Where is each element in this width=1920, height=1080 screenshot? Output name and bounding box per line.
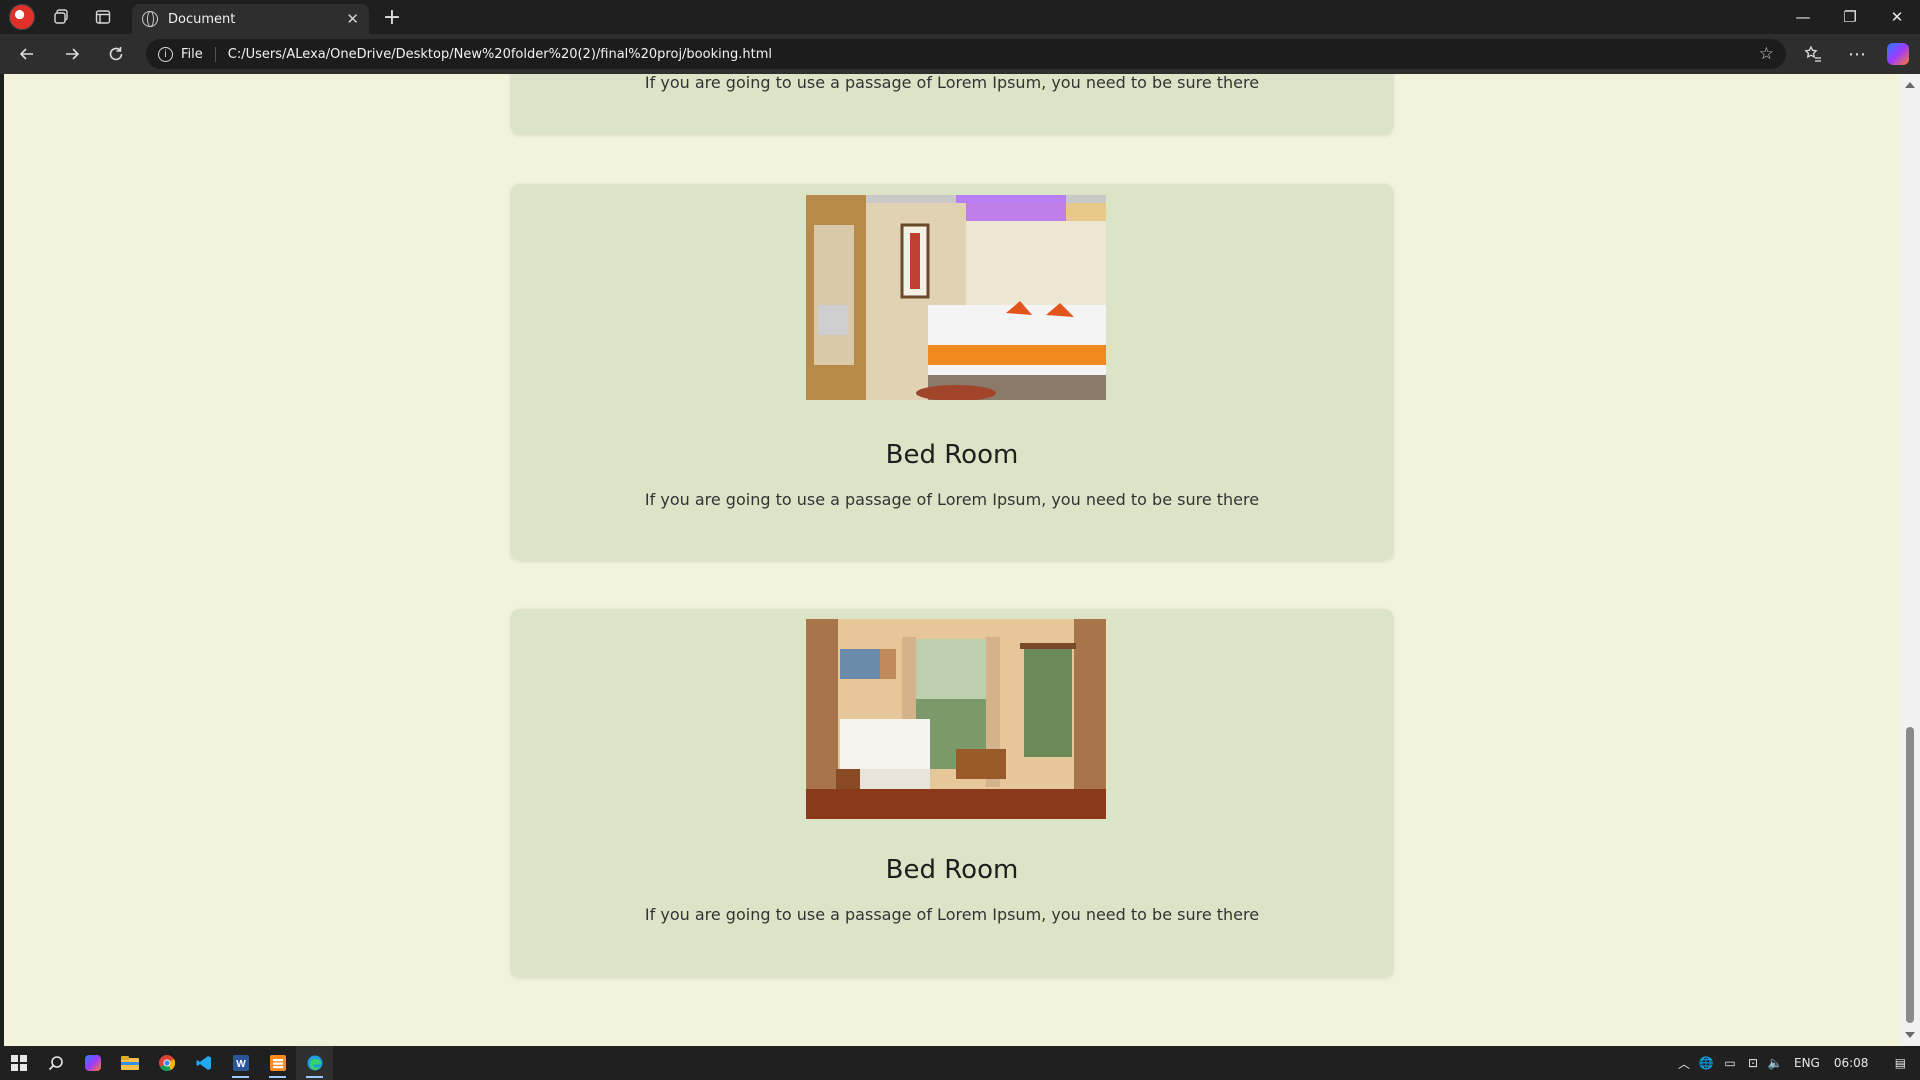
vscode-icon[interactable] — [185, 1046, 222, 1080]
clock[interactable]: 06:08 — [1834, 1056, 1869, 1070]
notification-icon[interactable]: ▤ — [1890, 1056, 1910, 1070]
windows-start-icon[interactable] — [0, 1046, 37, 1080]
page-scrollbar[interactable] — [1900, 74, 1920, 1046]
scroll-thumb[interactable] — [1906, 727, 1914, 1023]
tab-actions-icon[interactable] — [83, 0, 123, 34]
profile-icon[interactable] — [9, 4, 35, 30]
room-card: If you are going to use a passage of Lor… — [511, 74, 1393, 134]
edge-icon[interactable] — [296, 1046, 333, 1080]
browser-tab-bar: Document ✕ + — ❐ ✕ — [0, 0, 1920, 34]
room-card: Bed Room If you are going to use a passa… — [511, 184, 1393, 560]
room-description: If you are going to use a passage of Lor… — [644, 490, 1260, 509]
more-icon[interactable]: ⋯ — [1837, 34, 1877, 74]
volume-icon[interactable]: 🔈 — [1764, 1056, 1786, 1070]
search-icon[interactable] — [37, 1046, 74, 1080]
favorites-icon[interactable] — [1793, 34, 1833, 74]
close-tab-icon[interactable]: ✕ — [346, 10, 359, 28]
sublime-icon[interactable] — [259, 1046, 296, 1080]
forward-icon[interactable] — [50, 34, 94, 74]
address-scheme: File — [181, 46, 216, 62]
room-description: If you are going to use a passage of Lor… — [644, 905, 1260, 924]
page-viewport: If you are going to use a passage of Lor… — [4, 74, 1900, 1046]
scroll-up-arrow[interactable] — [1905, 82, 1915, 88]
room-title: Bed Room — [885, 440, 1019, 470]
language-indicator[interactable]: ENG — [1794, 1056, 1820, 1070]
room-card: Bed Room If you are going to use a passa… — [511, 609, 1393, 977]
room-description: If you are going to use a passage of Lor… — [644, 74, 1260, 92]
scroll-down-arrow[interactable] — [1905, 1032, 1915, 1038]
copilot-app-icon[interactable] — [74, 1046, 111, 1080]
room-title: Bed Room — [885, 855, 1019, 885]
battery-icon[interactable]: ▭ — [1718, 1056, 1742, 1070]
globe-icon — [142, 11, 158, 27]
system-tray: ︿ 🌐 ▭ ⊡ 🔈 ENG 06:08 ▤ — [1674, 1046, 1910, 1080]
tab-title: Document — [168, 11, 236, 27]
room-photo — [806, 619, 1106, 819]
chrome-icon[interactable] — [148, 1046, 185, 1080]
back-icon[interactable] — [5, 34, 49, 74]
wifi-icon[interactable]: ⊡ — [1742, 1056, 1764, 1070]
url-text[interactable]: C:/Users/ALexa/OneDrive/Desktop/New%20fo… — [228, 47, 1759, 62]
file-explorer-icon[interactable] — [111, 1046, 148, 1080]
room-photo — [806, 195, 1106, 400]
browser-toolbar: i File C:/Users/ALexa/OneDrive/Desktop/N… — [0, 34, 1920, 74]
tab-document[interactable]: Document ✕ — [132, 4, 369, 34]
windows-taskbar: W ︿ 🌐 ▭ ⊡ 🔈 ENG 06:08 ▤ — [0, 1046, 1920, 1080]
restore-button[interactable]: ❐ — [1827, 0, 1873, 34]
workspaces-icon[interactable] — [42, 0, 82, 34]
favorite-star-icon[interactable]: ☆ — [1759, 44, 1774, 64]
network-icon[interactable]: 🌐 — [1694, 1056, 1718, 1070]
word-icon[interactable]: W — [222, 1046, 259, 1080]
copilot-icon[interactable] — [1878, 34, 1918, 74]
chevron-up-icon[interactable]: ︿ — [1674, 1055, 1694, 1072]
address-bar[interactable]: i File C:/Users/ALexa/OneDrive/Desktop/N… — [146, 39, 1786, 69]
svg-text:W: W — [236, 1059, 246, 1070]
minimize-button[interactable]: — — [1780, 0, 1826, 34]
new-tab-button[interactable]: + — [378, 4, 406, 30]
info-icon[interactable]: i — [158, 46, 173, 62]
refresh-icon[interactable] — [94, 34, 138, 74]
close-window-button[interactable]: ✕ — [1874, 0, 1920, 34]
